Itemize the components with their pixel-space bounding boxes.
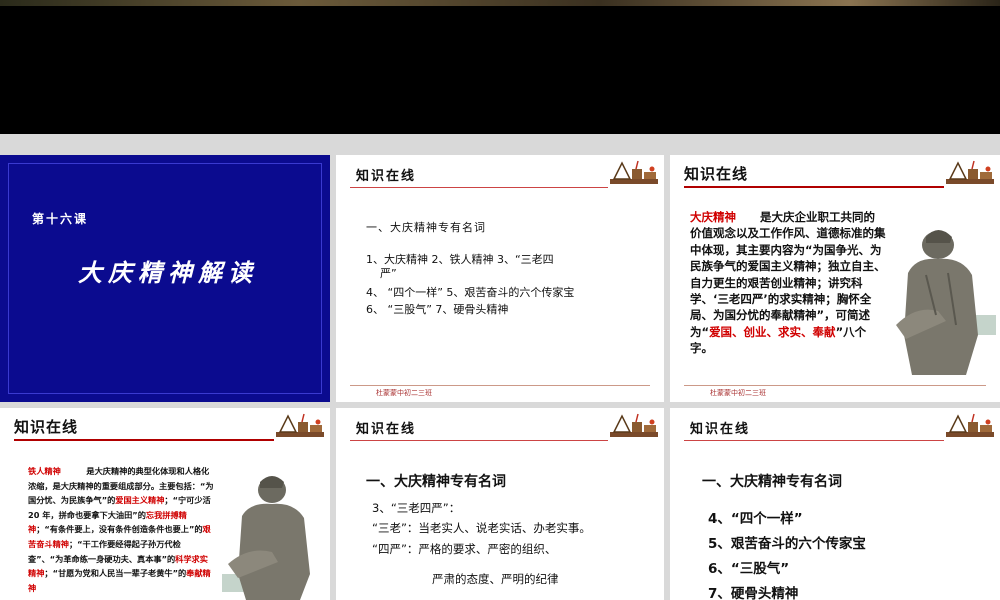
header-divider xyxy=(14,439,274,441)
section-heading: 一、大庆精神专有名词 xyxy=(702,474,842,490)
statue-image xyxy=(222,476,310,600)
list-line: 4、“四个一样” xyxy=(708,511,803,527)
lesson-number: 第十六课 xyxy=(32,212,89,226)
black-band xyxy=(0,6,1000,134)
term-label: 铁人精神 xyxy=(28,466,61,476)
header-title: 知识在线 xyxy=(356,169,417,184)
list-line: 7、硬骨头精神 xyxy=(708,586,799,600)
slide-header: 知识在线 xyxy=(670,155,1000,188)
header-title: 知识在线 xyxy=(690,422,751,437)
header-divider xyxy=(684,186,944,188)
slide-header: 知识在线 xyxy=(336,155,664,188)
section-heading: 一、大庆精神专有名词 xyxy=(366,221,486,234)
header-divider xyxy=(350,440,608,441)
slide-header: 知识在线 xyxy=(336,408,664,441)
list-line: 5、艰苦奋斗的六个传家宝 xyxy=(708,536,866,552)
definition-paragraph: 铁人精神 是大庆精神的典型化体现和人格化浓缩，是大庆精神的重要组成部分。主要包括… xyxy=(28,466,214,593)
list-line: 严肃的态度、严明的纪律 xyxy=(432,572,559,586)
footer-divider xyxy=(684,385,986,386)
header-title: 知识在线 xyxy=(684,165,749,183)
oil-derrick-icon xyxy=(946,413,994,437)
header-title: 知识在线 xyxy=(14,418,79,436)
header-title: 知识在线 xyxy=(356,422,417,437)
header-divider xyxy=(684,440,944,441)
header-divider xyxy=(350,187,608,188)
list-line: 严” xyxy=(380,267,397,280)
slide-6-thumbnail[interactable]: 知识在线 一、大庆精神专有名词 4、“四个一样” 5、艰苦奋斗的六个传家宝 6、… xyxy=(670,408,1000,600)
list-line: 6、 “三股气” 7、硬骨头精神 xyxy=(366,303,509,316)
list-line: “四严”：严格的要求、严密的组织、 xyxy=(372,542,557,556)
footer-divider xyxy=(350,385,650,386)
list-line: “三老”：当老实人、说老实话、办老实事。 xyxy=(372,521,591,535)
slide-5-thumbnail[interactable]: 知识在线 一、大庆精神专有名词 3、“三老四严”： “三老”：当老实人、说老实话… xyxy=(336,408,664,600)
section-heading: 一、大庆精神专有名词 xyxy=(366,474,506,490)
slide-header: 知识在线 xyxy=(0,408,330,441)
oil-derrick-icon xyxy=(610,160,658,184)
slide-2-thumbnail[interactable]: 知识在线 一、大庆精神专有名词 1、大庆精神 2、铁人精神 3、“三老四 严” … xyxy=(336,155,664,402)
highlight-text: 爱国、创业、求实、奉献 xyxy=(709,324,836,339)
statue-image xyxy=(896,230,996,375)
list-line: 6、“三股气” xyxy=(708,561,790,577)
slide-1-thumbnail[interactable]: 第十六课 大庆精神解读 xyxy=(0,155,330,402)
slide-header: 知识在线 xyxy=(670,408,1000,441)
footer-text: 杜蒙蒙中初二三班 xyxy=(376,389,432,397)
slide-3-thumbnail[interactable]: 知识在线 大庆精神 是大庆企业职工共同的价值观念以及工作作风、道德标准的集中体现… xyxy=(670,155,1000,402)
list-line: 4、 “四个一样” 5、艰苦奋斗的六个传家宝 xyxy=(366,286,575,299)
oil-derrick-icon xyxy=(946,160,994,184)
oil-derrick-icon xyxy=(610,413,658,437)
footer-text: 杜蒙蒙中初二三班 xyxy=(710,389,766,397)
oil-derrick-icon xyxy=(276,413,324,437)
slide-4-thumbnail[interactable]: 知识在线 铁人精神 是大庆精神的典型化体现和人格化浓缩，是大庆精神的重要组成部分… xyxy=(0,408,330,600)
slide-title: 大庆精神解读 xyxy=(78,258,258,287)
definition-paragraph: 大庆精神 是大庆企业职工共同的价值观念以及工作作风、道德标准的集中体现，其主要内… xyxy=(690,210,886,356)
term-label: 大庆精神 xyxy=(690,210,736,224)
list-line: 3、“三老四严”： xyxy=(372,501,461,515)
